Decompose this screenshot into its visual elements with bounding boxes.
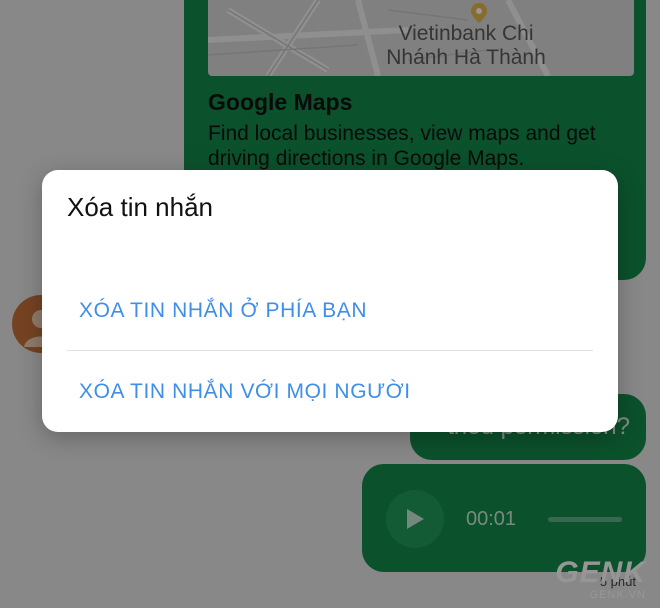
delete-for-me-button[interactable]: XÓA TIN NHẮN Ở PHÍA BẠN [79,299,367,323]
delete-message-dialog: Xóa tin nhắn XÓA TIN NHẮN Ở PHÍA BẠN XÓA… [42,170,618,432]
delete-for-everyone-button[interactable]: XÓA TIN NHẮN VỚI MỌI NGƯỜI [79,380,411,404]
dialog-divider [67,350,593,351]
dialog-title: Xóa tin nhắn [67,192,214,222]
